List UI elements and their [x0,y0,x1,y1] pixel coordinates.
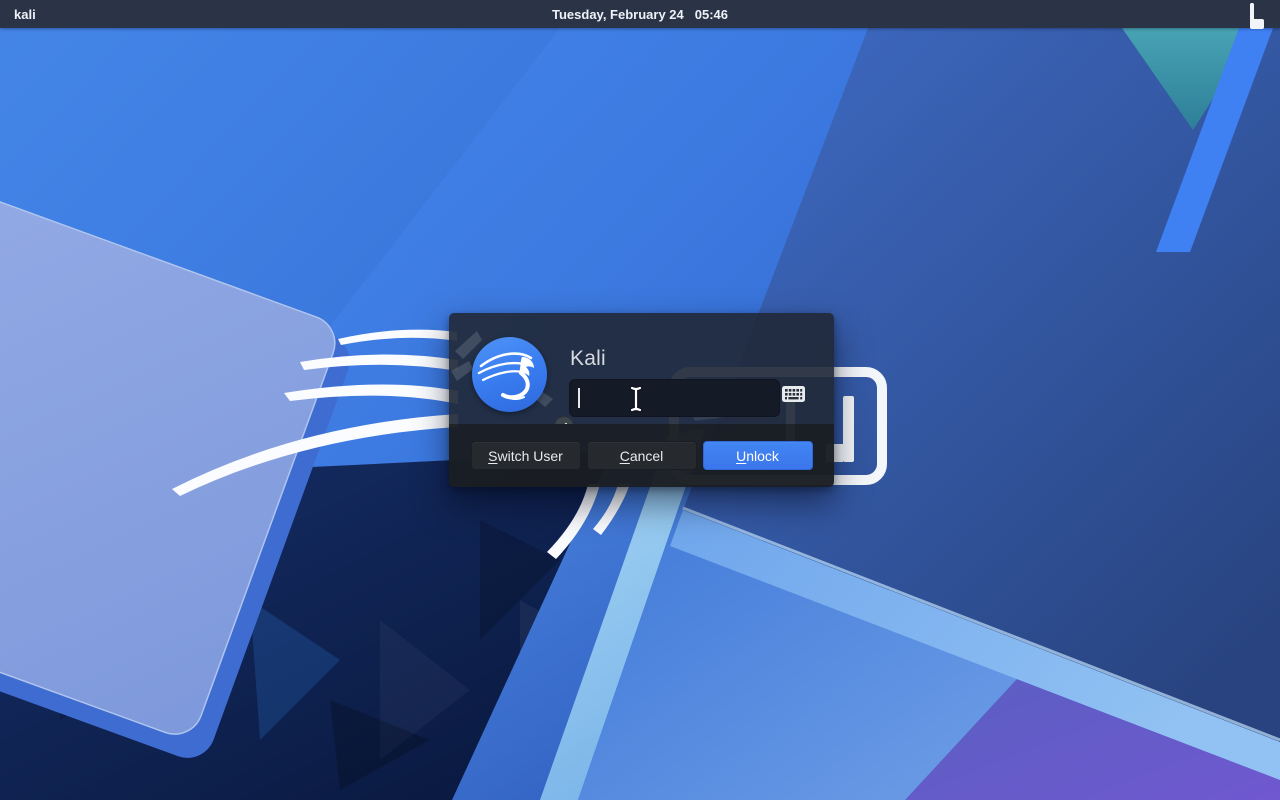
text-caret [578,388,580,408]
clock: Tuesday, February 24 05:46 [0,0,1280,28]
cancel-button[interactable]: Cancel [587,441,697,470]
password-input[interactable] [569,379,780,417]
username-label: Kali [570,347,606,371]
unlock-dialog-top: ✓ Kali [449,313,834,424]
lock-icon [1250,5,1264,23]
unlock-mnemonic: U [736,448,746,464]
kali-logo-avatar: ✓ [472,337,547,412]
unlock-button[interactable]: Unlock [703,441,813,470]
lock-screen: kali Tuesday, February 24 05:46 [0,0,1280,800]
keyboard-icon[interactable] [782,386,805,402]
clock-time: 05:46 [695,7,728,22]
password-field-wrap [569,379,780,417]
clock-date: Tuesday, February 24 [552,7,684,22]
switch-user-button[interactable]: Switch User [471,441,581,470]
top-bar: kali Tuesday, February 24 05:46 [0,0,1280,28]
unlock-label: nlock [746,448,779,464]
ibeam-cursor-icon [629,386,643,412]
cancel-mnemonic: C [620,448,630,464]
dialog-button-row: Switch User Cancel Unlock [449,424,834,487]
unlock-dialog: ✓ Kali [449,313,834,487]
switch-user-label: witch User [497,448,562,464]
kali-dragon-icon [472,337,547,412]
cancel-label: ancel [630,448,663,464]
